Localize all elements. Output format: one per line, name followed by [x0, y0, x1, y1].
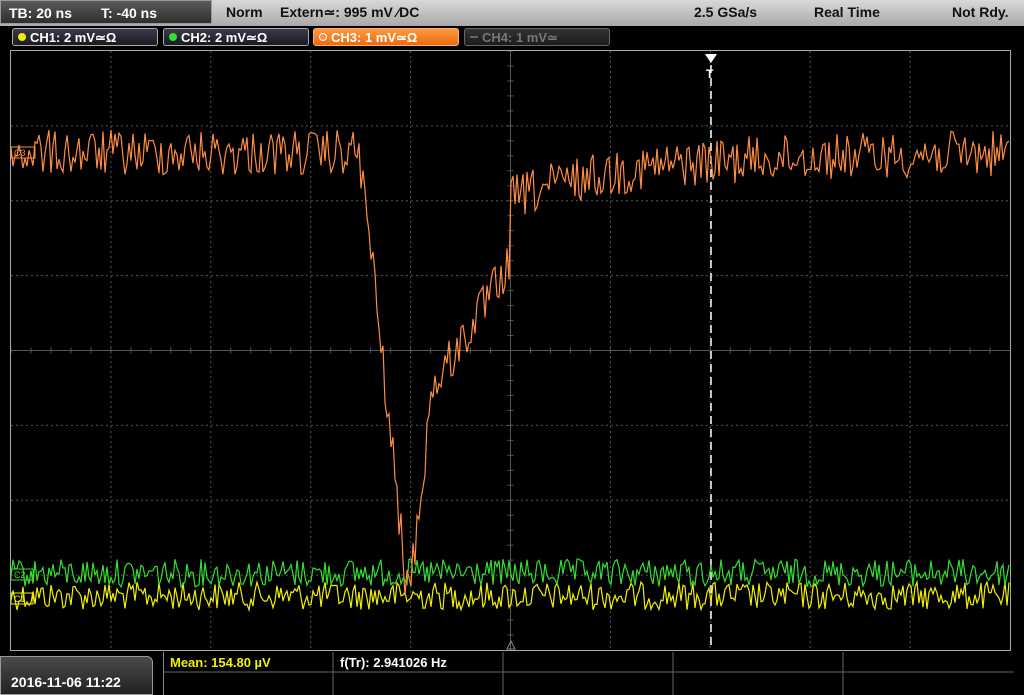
timebase-label: TB: 20 ns: [9, 5, 73, 21]
channel-3-button[interactable]: CH3: 1 mV≃Ω: [313, 28, 459, 46]
mean-measurement: Mean: 154.80 µV: [170, 655, 271, 670]
channel-3-label: CH3: 1 mV≃Ω: [331, 30, 418, 45]
trigger-marker[interactable]: T: [705, 54, 717, 81]
sample-rate: 2.5 GSa/s: [694, 4, 758, 20]
channel-2-indicator-icon: [169, 33, 177, 41]
channel-3-indicator-icon: [319, 33, 327, 41]
trigger-source[interactable]: Extern≃: 995 mV ∕DC: [280, 4, 419, 21]
graticule: [11, 51, 1010, 650]
channel-2-label: CH2: 2 mV≃Ω: [181, 30, 268, 45]
measurement-grid: [164, 652, 1014, 695]
channel-1-label: CH1: 2 mV≃Ω: [30, 30, 117, 45]
channel-4-indicator-icon: [470, 36, 478, 38]
trigger-position-icon: [705, 54, 717, 63]
channel-1-button[interactable]: CH1: 2 mV≃Ω: [12, 28, 158, 46]
status-bar: TB: 20 ns T: -40 ns Norm Extern≃: 995 mV…: [0, 0, 1024, 26]
ch3-marker-label: C3: [14, 148, 26, 158]
trigger-mode[interactable]: Norm: [226, 4, 263, 20]
waveform-display[interactable]: C3 C2 C1 T: [10, 50, 1011, 651]
waveform-canvas: C3 C2 C1 T: [11, 51, 1010, 650]
channel-bar: CH1: 2 mV≃Ω CH2: 2 mV≃Ω CH3: 1 mV≃Ω CH4:…: [0, 26, 1024, 49]
frequency-measurement: f(Tr): 2.941026 Hz: [340, 655, 447, 670]
trigger-time-label: T: -40 ns: [101, 5, 158, 21]
trigger-marker-label: T: [706, 67, 714, 81]
datetime-box: 2016-11-06 11:22: [0, 656, 153, 695]
ch1-marker-label: C1: [14, 594, 26, 604]
channel-2-button[interactable]: CH2: 2 mV≃Ω: [163, 28, 309, 46]
channel-1-indicator-icon: [18, 33, 26, 41]
measurement-panel[interactable]: Mean: 154.80 µV f(Tr): 2.941026 Hz: [163, 652, 1014, 695]
channel-markers: C3 C2 C1: [11, 146, 36, 605]
ch2-marker-label: C2: [14, 570, 26, 580]
acquisition-mode: Real Time: [814, 4, 880, 20]
timebase-box[interactable]: TB: 20 ns T: -40 ns: [0, 0, 212, 24]
channel-4-button[interactable]: CH4: 1 mV≃: [464, 28, 610, 46]
channel-4-label: CH4: 1 mV≃: [482, 30, 558, 45]
acquisition-status: Not Rdy.: [952, 4, 1009, 20]
datetime-label: 2016-11-06 11:22: [11, 674, 121, 690]
